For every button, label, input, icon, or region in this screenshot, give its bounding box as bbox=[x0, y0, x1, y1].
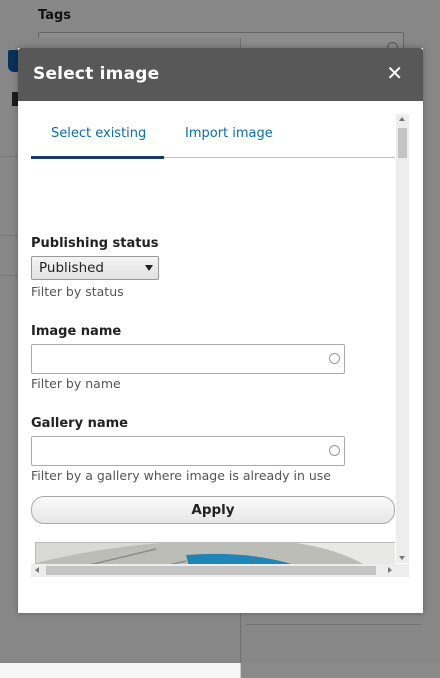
gallery-name-input[interactable] bbox=[38, 439, 322, 465]
tab-import-image[interactable]: Import image bbox=[185, 126, 273, 141]
image-name-help: Filter by name bbox=[31, 376, 121, 391]
close-icon[interactable]: ✕ bbox=[386, 63, 403, 83]
scroll-up-icon[interactable] bbox=[399, 117, 405, 121]
publishing-status-select[interactable]: Published bbox=[31, 256, 159, 280]
select-image-dialog: Select image ✕ Select existing Import im… bbox=[18, 48, 423, 613]
scrollbar-corner bbox=[396, 564, 409, 577]
dialog-titlebar: Select image ✕ bbox=[18, 48, 423, 101]
chevron-down-icon bbox=[145, 265, 153, 271]
apply-button[interactable]: Apply bbox=[31, 496, 395, 524]
gallery-name-field[interactable] bbox=[31, 436, 345, 466]
vertical-scrollbar[interactable] bbox=[396, 114, 409, 563]
publishing-status-label: Publishing status bbox=[31, 236, 159, 251]
tab-select-existing[interactable]: Select existing bbox=[31, 126, 164, 159]
publishing-status-help: Filter by status bbox=[31, 284, 124, 299]
gallery-name-help: Filter by a gallery where image is alrea… bbox=[31, 468, 331, 483]
scroll-left-icon[interactable] bbox=[35, 567, 39, 573]
scroll-thumb[interactable] bbox=[398, 128, 407, 158]
dialog-title: Select image bbox=[33, 64, 160, 84]
tab-label: Select existing bbox=[51, 126, 147, 141]
autocomplete-icon bbox=[329, 445, 340, 456]
autocomplete-icon bbox=[329, 353, 340, 364]
tab-bar: Select existing Import image bbox=[31, 114, 395, 159]
scroll-thumb[interactable] bbox=[46, 566, 376, 575]
select-value: Published bbox=[39, 260, 104, 276]
gallery-name-label: Gallery name bbox=[31, 416, 128, 431]
horizontal-scrollbar[interactable] bbox=[31, 564, 396, 577]
scroll-down-icon[interactable] bbox=[399, 556, 405, 560]
dialog-content: Select existing Import image Publishing … bbox=[31, 114, 395, 577]
scroll-right-icon[interactable] bbox=[388, 567, 392, 573]
image-name-input[interactable] bbox=[38, 347, 322, 373]
image-name-field[interactable] bbox=[31, 344, 345, 374]
image-name-label: Image name bbox=[31, 324, 122, 339]
